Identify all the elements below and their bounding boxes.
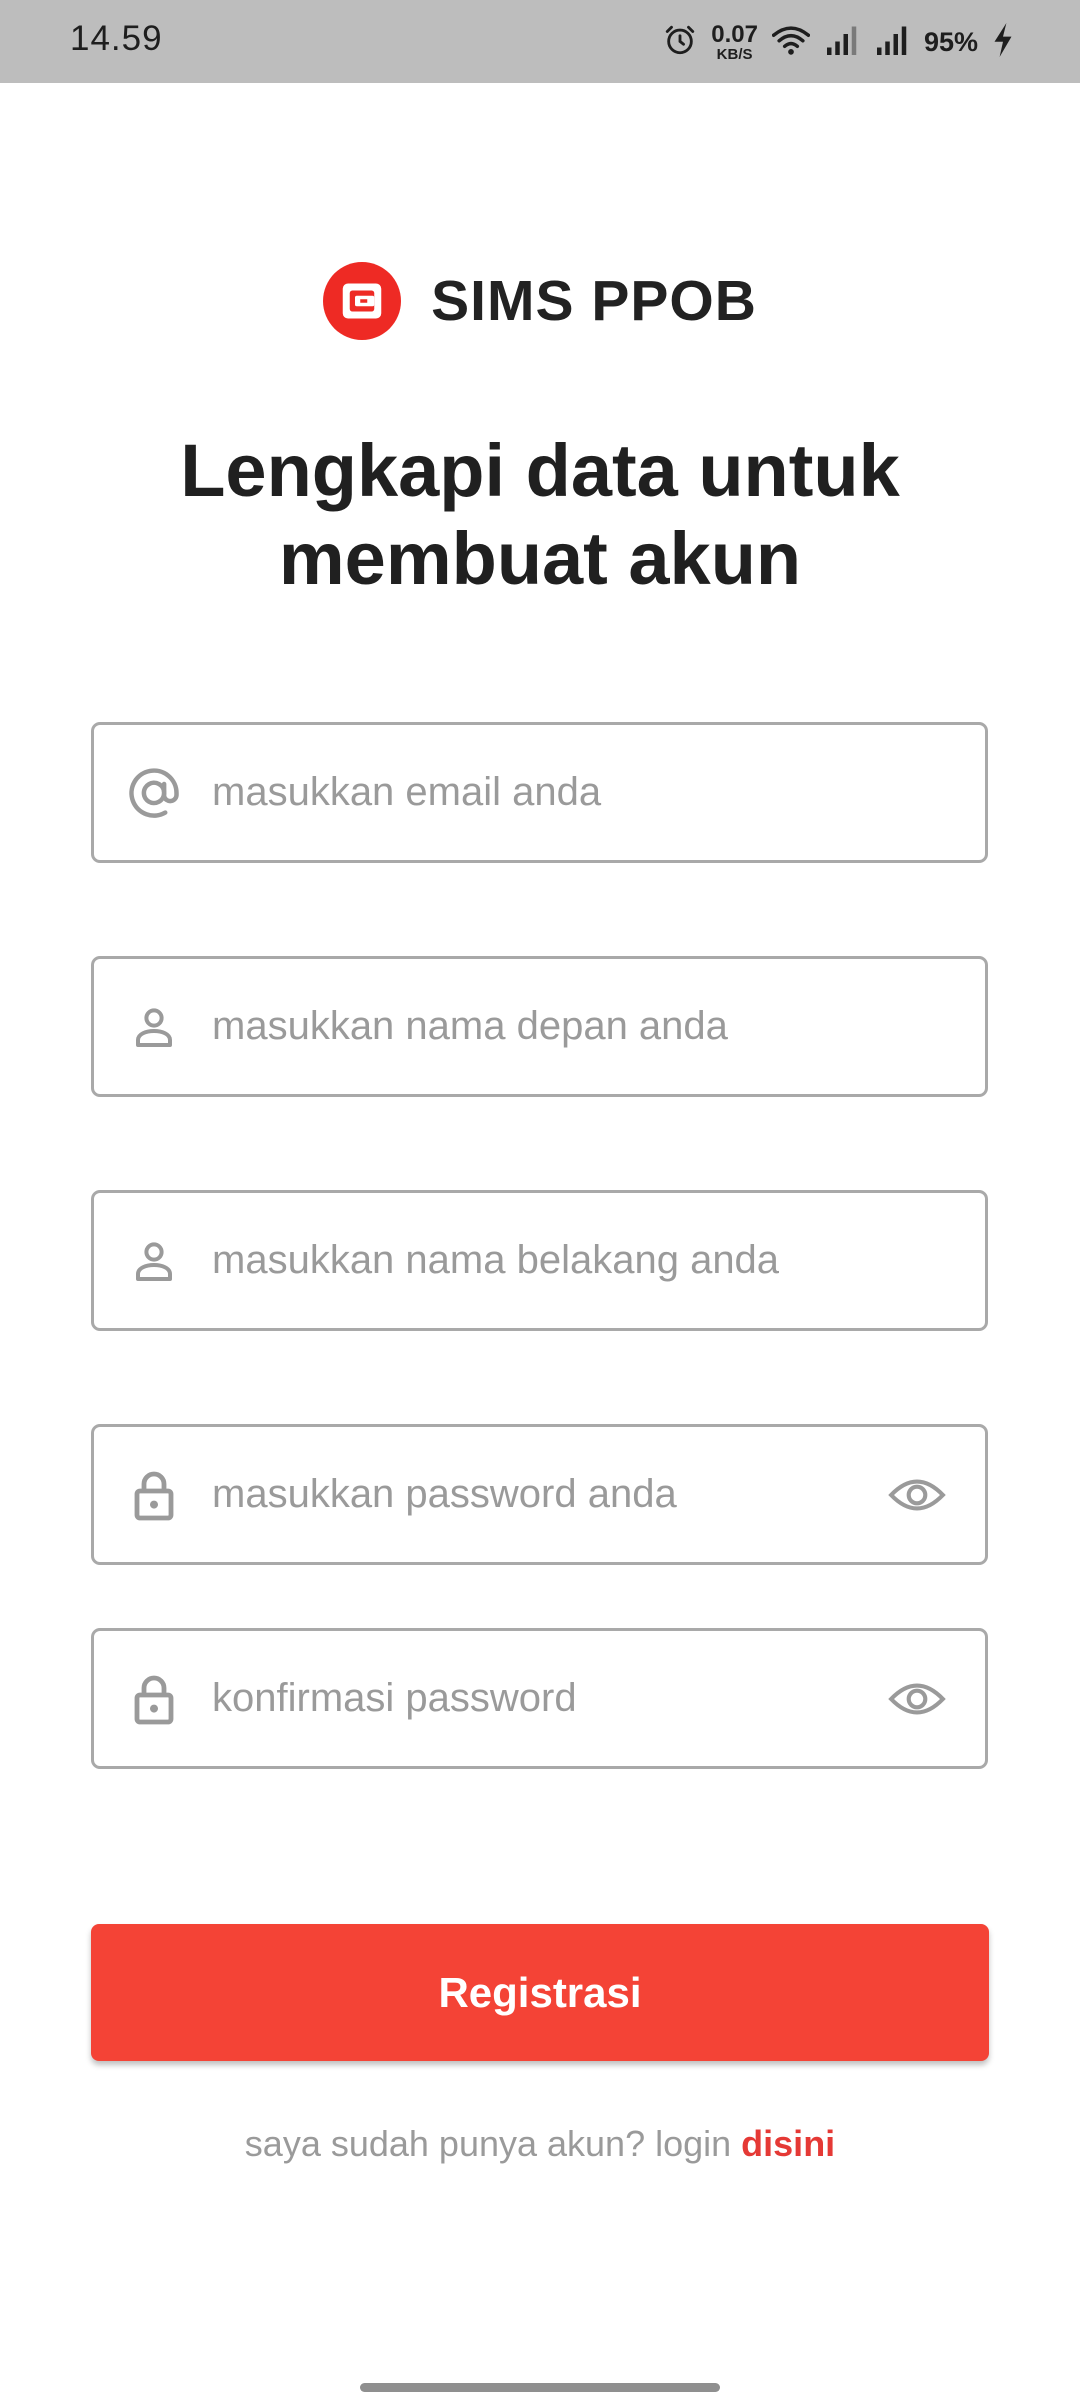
brand-header: SIMS PPOB [0, 262, 1080, 340]
status-time: 14.59 [70, 19, 163, 58]
home-indicator[interactable] [360, 2383, 720, 2392]
page-title: Lengkapi data untuk membuat akun [0, 427, 1080, 603]
eye-icon[interactable] [887, 1677, 947, 1721]
net-speed: 0.07 KB/S [711, 20, 758, 63]
password-field[interactable] [91, 1424, 988, 1565]
email-input[interactable] [212, 725, 912, 860]
wallet-logo-icon [323, 262, 402, 340]
eye-icon[interactable] [887, 1473, 947, 1517]
lock-icon [124, 1465, 184, 1525]
login-prompt-text: saya sudah punya akun? login [244, 2123, 742, 2164]
first-name-field[interactable] [91, 956, 988, 1097]
login-prompt: saya sudah punya akun? login disini [0, 2123, 1080, 2165]
first-name-input[interactable] [212, 959, 912, 1094]
battery-level: 95% [923, 26, 978, 57]
lock-icon [124, 1669, 184, 1729]
email-field[interactable] [91, 722, 988, 863]
at-icon [124, 763, 184, 823]
password-input[interactable] [212, 1427, 912, 1562]
page-title-line-1: Lengkapi data untuk [180, 429, 900, 512]
signal-icon [824, 25, 860, 60]
page-title-line-2: membuat akun [278, 517, 802, 600]
confirm-password-field[interactable] [91, 1628, 988, 1769]
signal-icon [874, 25, 910, 60]
status-icons: 0.07 KB/S 95% [663, 18, 1014, 66]
last-name-input[interactable] [212, 1193, 912, 1328]
charging-icon [992, 22, 1014, 62]
register-button[interactable]: Registrasi [91, 1924, 989, 2061]
brand-name: SIMS PPOB [431, 269, 757, 333]
alarm-icon [663, 23, 697, 62]
user-icon [124, 997, 184, 1057]
wifi-icon [771, 24, 811, 61]
status-bar: 14.59 0.07 KB/S 95% [0, 0, 1080, 83]
login-link[interactable]: disini [741, 2123, 835, 2164]
last-name-field[interactable] [91, 1190, 988, 1331]
user-icon [124, 1231, 184, 1291]
confirm-password-input[interactable] [212, 1631, 912, 1766]
